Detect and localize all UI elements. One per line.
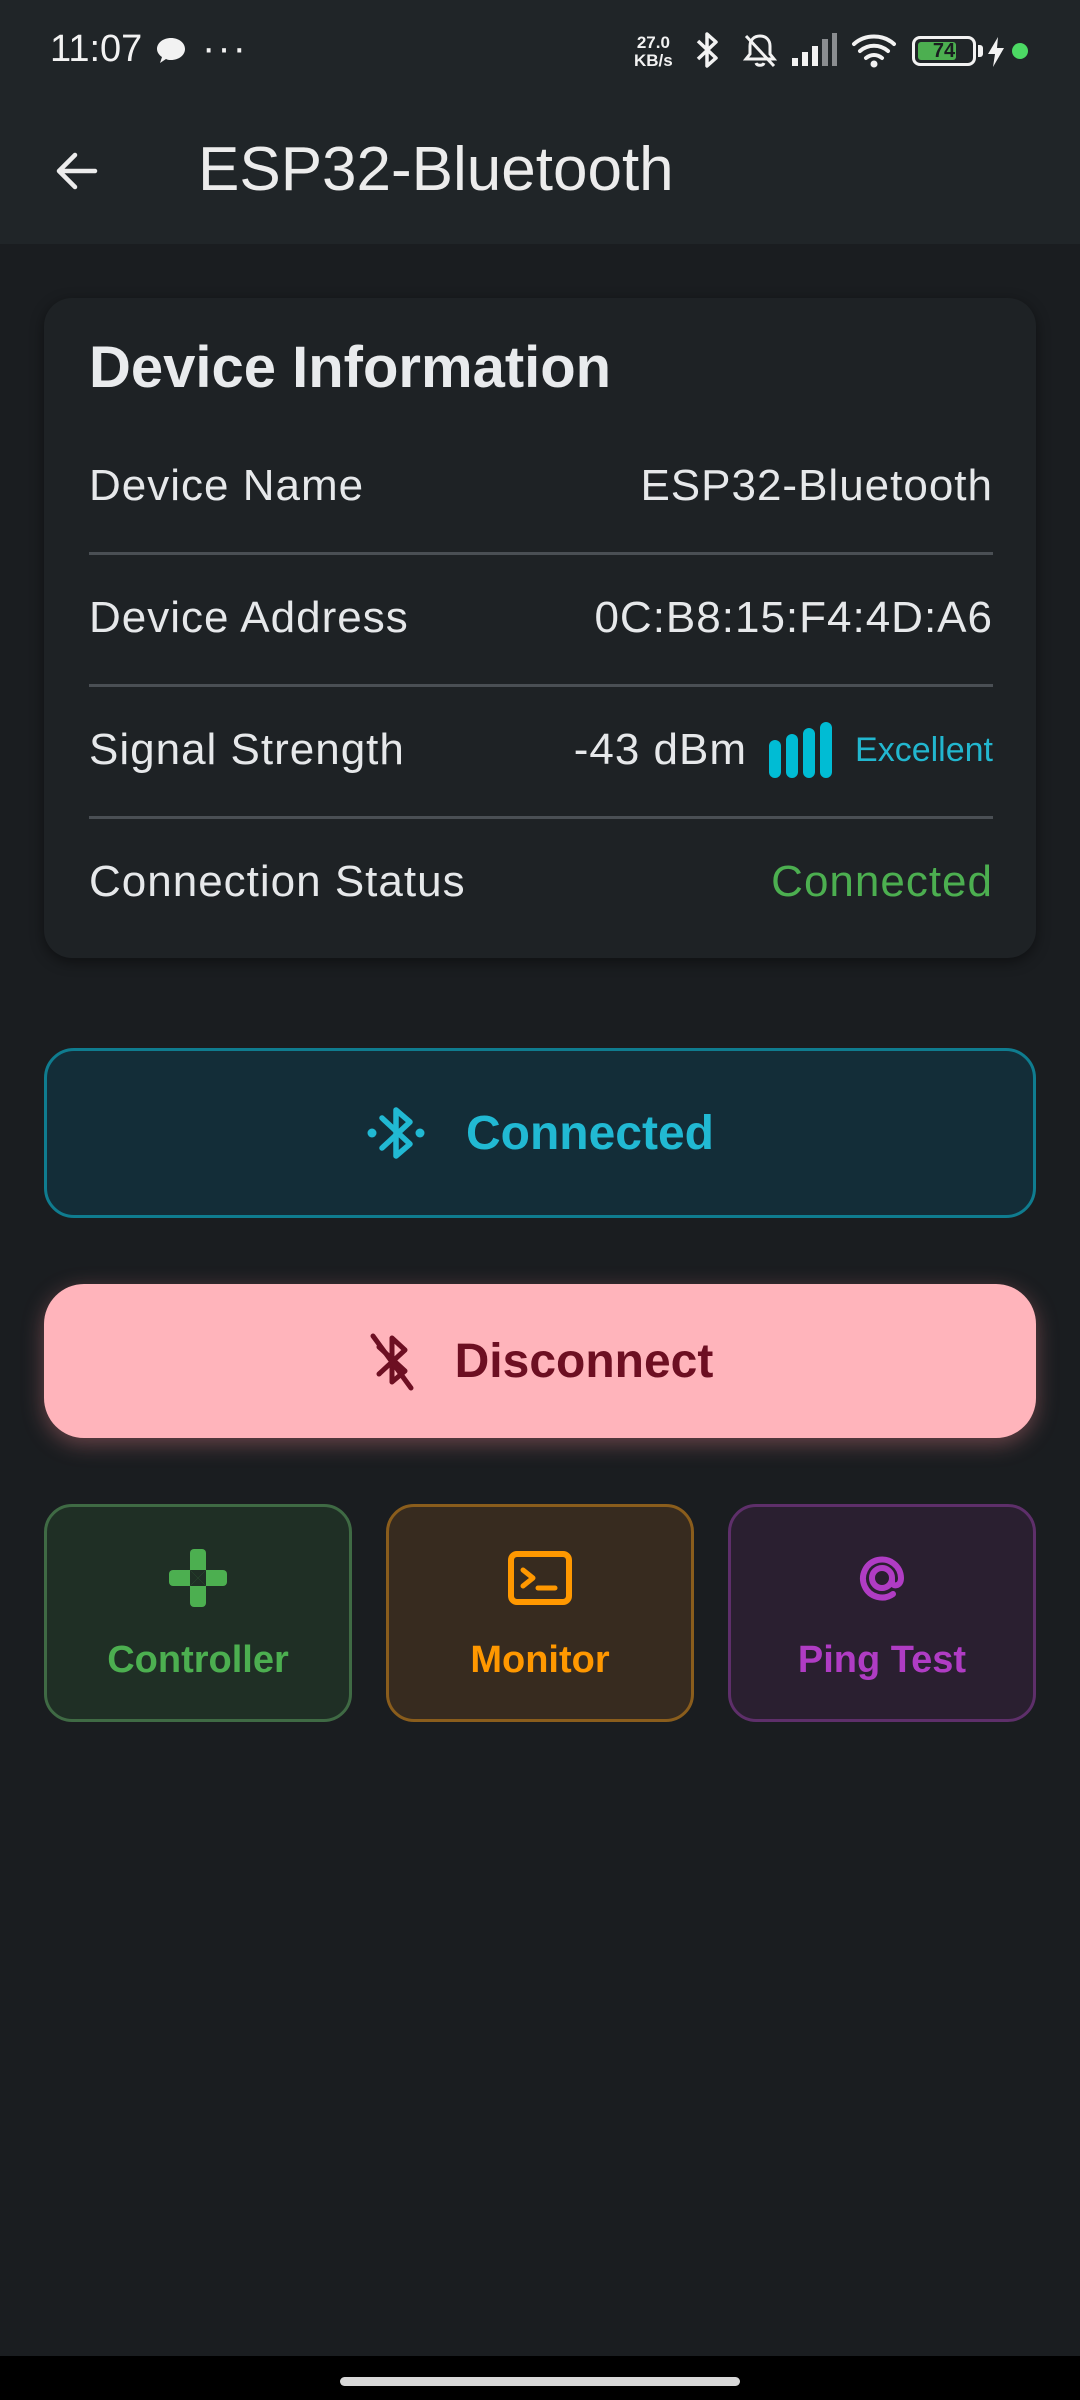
terminal-icon bbox=[505, 1543, 575, 1613]
gamepad-icon bbox=[163, 1543, 233, 1613]
connection-status-value: Connected bbox=[771, 857, 993, 906]
disconnect-button-label: Disconnect bbox=[454, 1334, 714, 1388]
connected-button[interactable]: Connected bbox=[44, 1048, 1036, 1218]
card-title: Device Information bbox=[89, 335, 612, 400]
info-row-device-name: Device Name ESP32-Bluetooth bbox=[89, 420, 993, 555]
signal-bar bbox=[820, 722, 833, 778]
back-button[interactable] bbox=[42, 136, 112, 206]
cellular-signal-icon bbox=[792, 33, 837, 66]
battery-level: 74 bbox=[932, 40, 956, 62]
info-label: Device Address bbox=[89, 593, 409, 642]
info-row-connection-status: Connection Status Connected bbox=[89, 816, 993, 948]
info-row-signal-strength: Signal Strength -43 dBm Excellent bbox=[89, 684, 993, 819]
bluetooth-icon bbox=[696, 32, 718, 68]
bell-muted-icon bbox=[742, 34, 778, 68]
signal-bar bbox=[769, 740, 782, 778]
info-label: Connection Status bbox=[89, 857, 466, 906]
info-row-device-address: Device Address 0C:B8:15:F4:4D:A6 bbox=[89, 552, 993, 687]
disconnect-button[interactable]: Disconnect bbox=[44, 1284, 1036, 1438]
info-label: Signal Strength bbox=[89, 725, 405, 774]
app-bar: ESP32-Bluetooth bbox=[0, 104, 1080, 244]
controller-tile-label: Controller bbox=[107, 1639, 289, 1681]
battery-icon: 74 bbox=[912, 36, 976, 66]
signal-dbm-value: -43 dBm bbox=[573, 725, 748, 774]
signal-bar bbox=[786, 734, 799, 778]
signal-quality-label: Excellent bbox=[855, 730, 993, 769]
charging-bolt-icon bbox=[988, 37, 1004, 67]
page-title: ESP32-Bluetooth bbox=[198, 135, 674, 204]
signal-bars-icon bbox=[769, 722, 837, 778]
more-dots-icon: ··· bbox=[202, 26, 248, 70]
status-time: 11:07 bbox=[50, 28, 143, 70]
monitor-tile[interactable]: Monitor bbox=[386, 1504, 694, 1722]
privacy-indicator-dot bbox=[1012, 43, 1028, 59]
network-speed-value: 27.0 bbox=[636, 33, 670, 52]
signal-bar bbox=[803, 728, 816, 778]
wifi-icon bbox=[852, 34, 896, 68]
network-speed: 27.0 KB/s bbox=[634, 34, 673, 70]
monitor-tile-label: Monitor bbox=[470, 1639, 610, 1681]
controller-tile[interactable]: Controller bbox=[44, 1504, 352, 1722]
ping-test-tile-label: Ping Test bbox=[797, 1639, 967, 1681]
ping-test-tile[interactable]: Ping Test bbox=[728, 1504, 1036, 1722]
at-sign-icon bbox=[847, 1543, 917, 1613]
info-value: ESP32-Bluetooth bbox=[640, 461, 993, 510]
home-indicator[interactable] bbox=[340, 2377, 740, 2386]
status-bar: 11:07 ··· 27.0 KB/s 74 bbox=[0, 0, 1080, 104]
info-label: Device Name bbox=[89, 461, 365, 510]
connected-button-label: Connected bbox=[465, 1106, 714, 1160]
network-speed-unit: KB/s bbox=[634, 51, 673, 70]
arrow-left-icon bbox=[56, 152, 98, 190]
battery-tip bbox=[978, 45, 983, 57]
signal-group: -43 dBm Excellent bbox=[574, 722, 993, 778]
chat-bubble-icon bbox=[157, 38, 185, 63]
info-value: 0C:B8:15:F4:4D:A6 bbox=[594, 593, 993, 642]
device-info-card: Device Information Device Name ESP32-Blu… bbox=[44, 298, 1036, 958]
bluetooth-connected-icon bbox=[367, 1107, 425, 1159]
bluetooth-disabled-icon bbox=[370, 1333, 414, 1391]
